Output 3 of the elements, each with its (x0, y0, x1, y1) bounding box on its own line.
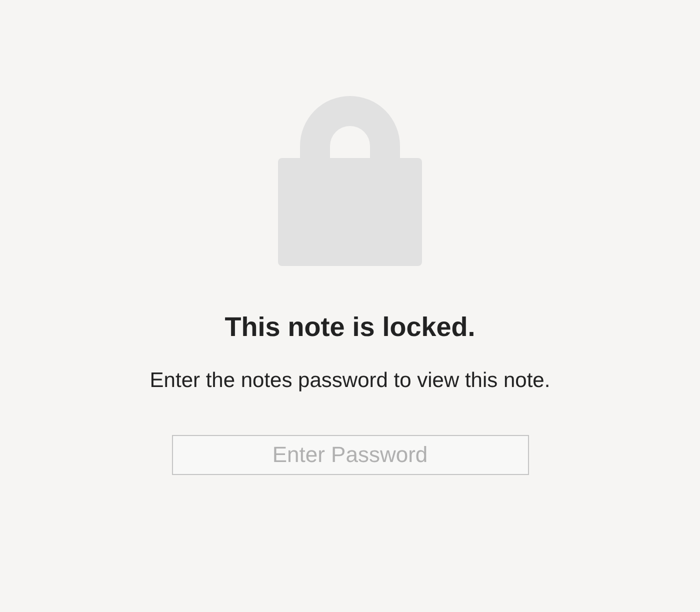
instruction-text: Enter the notes password to view this note. (150, 368, 550, 394)
password-field[interactable]: Enter Password (172, 435, 528, 475)
locked-title: This note is locked. (224, 311, 476, 343)
